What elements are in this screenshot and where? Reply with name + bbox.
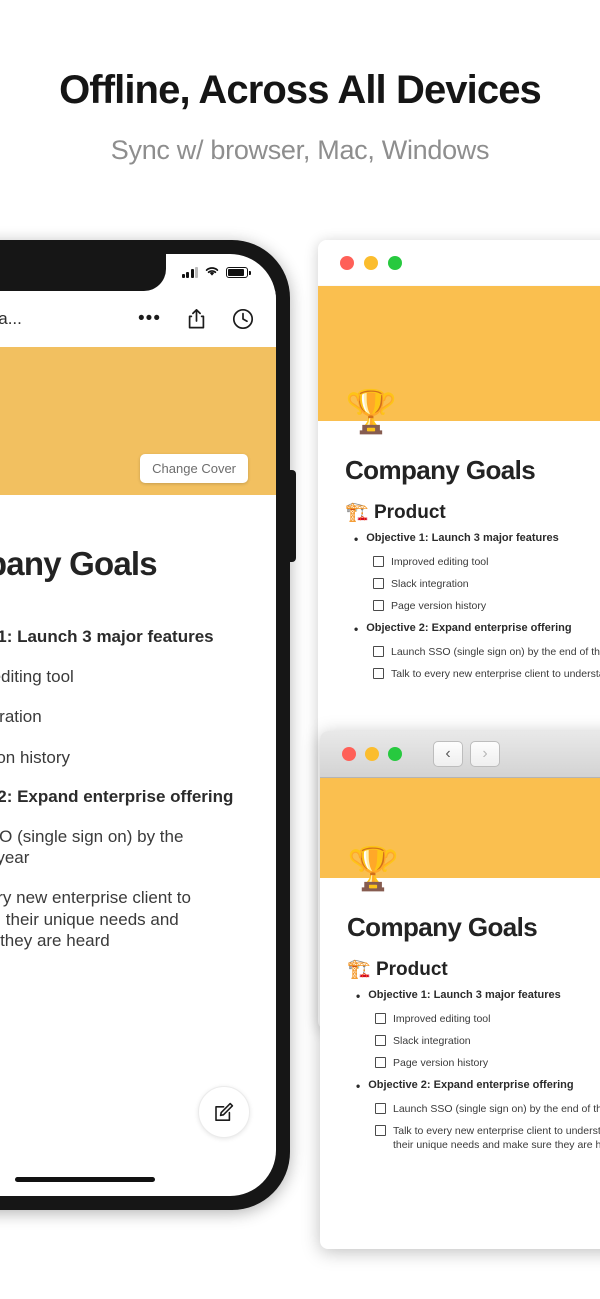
checkbox-icon[interactable] xyxy=(375,1035,386,1047)
objective-item[interactable]: • Objective 2: Expand enterprise offerin… xyxy=(356,1079,600,1094)
construction-icon: 🏗️ xyxy=(347,959,371,980)
phone-power-button[interactable] xyxy=(289,470,296,562)
home-indicator xyxy=(15,1177,155,1182)
phone-screen: 🏆 Compa... ••• Change Cover xyxy=(0,254,276,1196)
minimize-button-icon[interactable] xyxy=(364,255,378,270)
checkbox-icon[interactable] xyxy=(373,600,384,612)
zoom-button-icon[interactable] xyxy=(388,747,402,761)
mac-doc-title[interactable]: Company Goals xyxy=(345,455,600,486)
checklist-item[interactable]: Launch SSO (single sign on) by the end o… xyxy=(0,826,216,869)
checklist-item[interactable]: Page version history xyxy=(373,599,600,613)
objective-label: Objective 2: Expand enterprise offering xyxy=(366,621,572,634)
objective-item[interactable]: Objective 2: Expand enterprise offering xyxy=(0,787,254,807)
checkbox-icon[interactable] xyxy=(375,1057,386,1069)
checkbox-icon[interactable] xyxy=(373,578,384,590)
checklist-item[interactable]: Page version history xyxy=(0,747,254,768)
browser-window[interactable]: ‹ › 🏆 Company Goals 🏗️ Product • Objecti… xyxy=(320,731,600,1249)
checklist-item[interactable]: Launch SSO (single sign on) by the end o… xyxy=(373,645,600,659)
checklist-item[interactable]: Slack integration xyxy=(375,1034,600,1048)
checkbox-icon[interactable] xyxy=(375,1102,386,1114)
objective-item[interactable]: Objective 1: Launch 3 major features xyxy=(0,627,254,647)
checklist-item[interactable]: Improved editing tool xyxy=(373,555,600,569)
checkbox-icon[interactable] xyxy=(375,1124,386,1136)
phone-content-list: Objective 1: Launch 3 major features Imp… xyxy=(0,627,254,951)
bullet-icon: • xyxy=(354,532,359,546)
close-button-icon[interactable] xyxy=(342,747,356,761)
phone-cover-image[interactable]: Change Cover xyxy=(0,347,276,495)
browser-section-heading[interactable]: 🏗️ Product xyxy=(347,957,600,981)
close-button-icon[interactable] xyxy=(340,255,354,270)
checklist-item[interactable]: Improved editing tool xyxy=(0,666,254,687)
checklist-item[interactable]: Page version history xyxy=(375,1056,600,1070)
checkbox-icon[interactable] xyxy=(375,1013,386,1024)
bullet-icon: • xyxy=(356,1078,361,1093)
phone-doc-title[interactable]: Company Goals xyxy=(0,495,254,583)
phone-doc-breadcrumb[interactable]: Compa... xyxy=(0,309,22,329)
mac-document-body: 🏆 Company Goals 🏗️ Product • Objective 1… xyxy=(318,391,600,681)
trophy-icon[interactable]: 🏆 xyxy=(345,391,397,433)
browser-nav-group[interactable]: ‹ › xyxy=(433,741,500,767)
checklist-item[interactable]: Improved editing tool xyxy=(375,1012,600,1026)
phone-toolbar: 🏆 Compa... ••• xyxy=(0,291,276,347)
objective-item[interactable]: • Objective 2: Expand enterprise offerin… xyxy=(354,622,600,637)
phone-document-body: Company Goals Objective 1: Launch 3 majo… xyxy=(0,495,276,970)
bullet-icon: • xyxy=(354,621,359,636)
checklist-item[interactable]: Talk to every new enterprise client to u… xyxy=(0,887,216,951)
forward-button[interactable]: › xyxy=(470,741,500,767)
back-button[interactable]: ‹ xyxy=(433,741,463,767)
objective-label: Objective 2: Expand enterprise offering xyxy=(368,1078,574,1091)
checklist-item[interactable]: Launch SSO (single sign on) by the end o… xyxy=(375,1102,600,1116)
page-subtitle: Sync w/ browser, Mac, Windows xyxy=(110,135,490,165)
objective-label: Objective 1: Launch 3 major features xyxy=(368,989,561,1001)
hero-header: Offline, Across All Devices Sync w/ brow… xyxy=(0,0,600,166)
mac-section-heading[interactable]: 🏗️ Product xyxy=(345,500,600,524)
history-clock-icon[interactable] xyxy=(232,308,254,330)
zoom-button-icon[interactable] xyxy=(388,255,402,270)
phone-device: 🏆 Compa... ••• Change Cover xyxy=(0,240,296,1210)
objective-label: Objective 1: Launch 3 major features xyxy=(366,532,559,544)
objective-item[interactable]: • Objective 1: Launch 3 major features xyxy=(356,989,600,1004)
checklist-item[interactable]: Slack integration xyxy=(0,706,254,727)
checkbox-icon[interactable] xyxy=(373,667,384,679)
more-options-icon[interactable]: ••• xyxy=(138,308,161,330)
minimize-button-icon[interactable] xyxy=(365,747,379,761)
browser-titlebar[interactable]: ‹ › xyxy=(320,731,600,778)
construction-icon: 🏗️ xyxy=(345,502,369,523)
trophy-icon[interactable]: 🏆 xyxy=(347,848,399,890)
checklist-item[interactable]: Slack integration xyxy=(373,577,600,591)
change-cover-button[interactable]: Change Cover xyxy=(140,454,248,483)
phone-status-bar xyxy=(166,254,276,291)
checkbox-icon[interactable] xyxy=(373,645,384,657)
checklist-item[interactable]: Talk to every new enterprise client to u… xyxy=(375,1124,600,1152)
phone-notch xyxy=(0,254,166,291)
bullet-icon: • xyxy=(356,989,361,1003)
browser-doc-title[interactable]: Company Goals xyxy=(347,912,600,943)
mac-titlebar[interactable] xyxy=(318,240,600,286)
compose-edit-button[interactable] xyxy=(198,1086,250,1138)
share-icon[interactable] xyxy=(187,308,206,330)
wifi-icon xyxy=(204,264,220,282)
checkbox-icon[interactable] xyxy=(373,556,384,567)
signal-icon xyxy=(181,267,198,278)
checklist-item[interactable]: Talk to every new enterprise client to u… xyxy=(373,667,600,681)
objective-item[interactable]: • Objective 1: Launch 3 major features xyxy=(354,532,600,547)
page-title: Offline, Across All Devices xyxy=(59,68,542,112)
browser-document-body: 🏆 Company Goals 🏗️ Product • Objective 1… xyxy=(320,848,600,1153)
battery-icon xyxy=(226,267,251,278)
